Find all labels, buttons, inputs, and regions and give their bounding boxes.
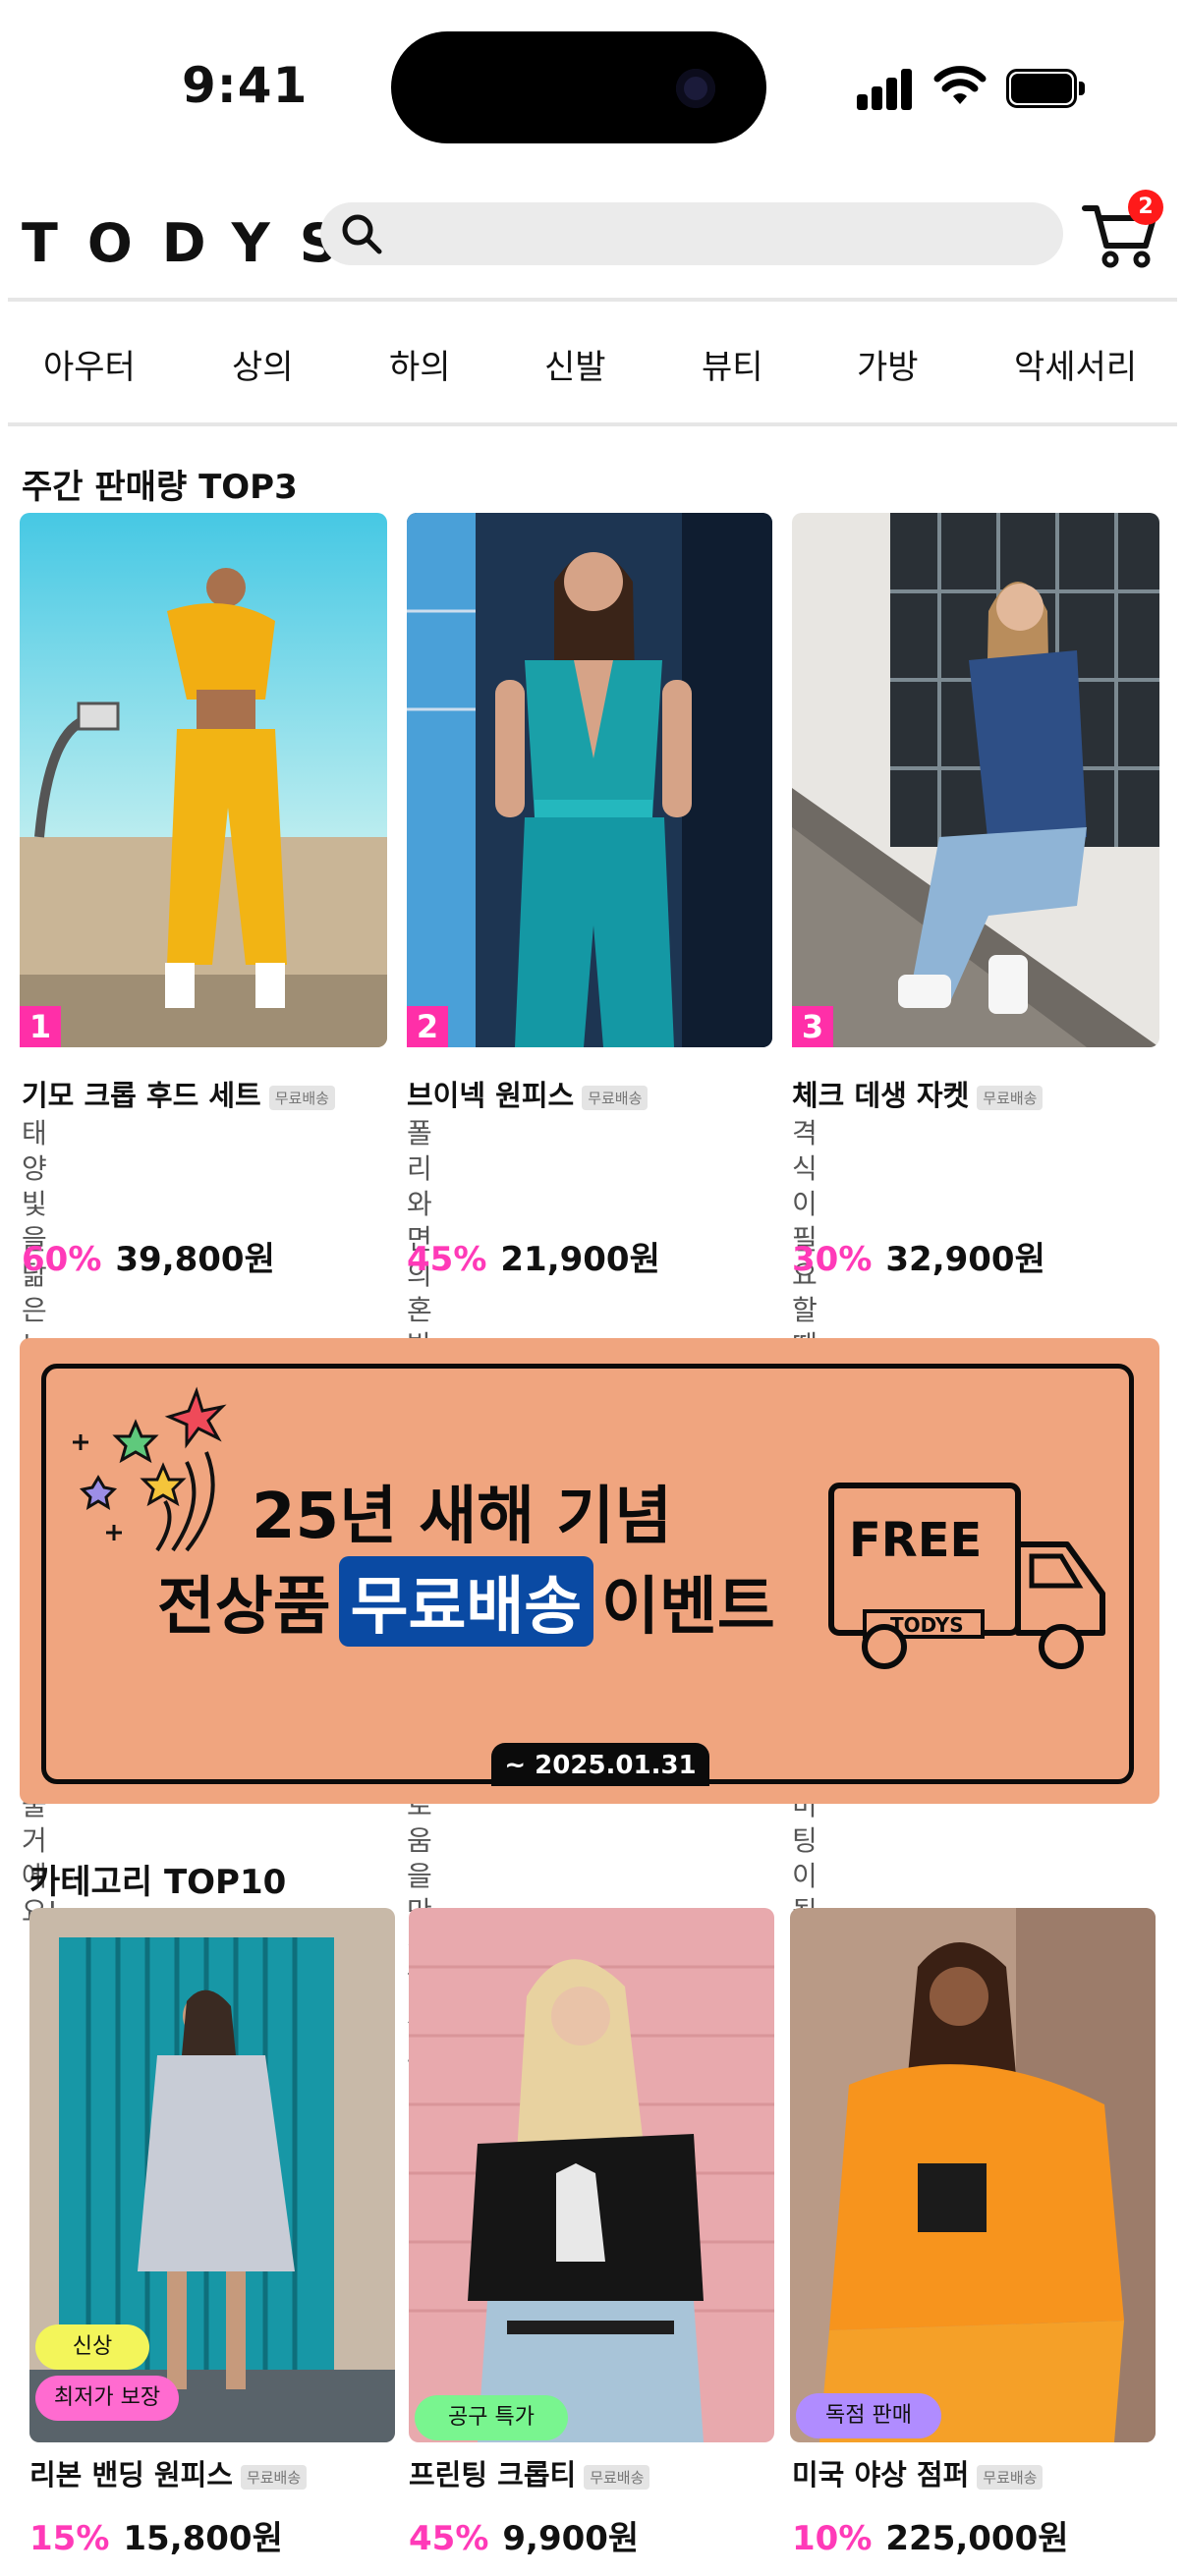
nav-item-beauty[interactable]: 뷰티 xyxy=(702,340,763,388)
category-nav: 아우터 상의 하의 신발 뷰티 가방 악세서리 xyxy=(0,303,1185,426)
product-image[interactable] xyxy=(792,513,1159,1047)
product-name: 브이넥 원피스 무료배송 xyxy=(407,1073,649,1114)
product-image[interactable] xyxy=(409,1908,774,2442)
category-top-title: 카테고리 TOP10 xyxy=(29,1863,287,1902)
price-row: 10% 225,000원 xyxy=(792,2511,1069,2559)
nav-item-accessories[interactable]: 악세서리 xyxy=(1014,340,1137,388)
nav-item-shoes[interactable]: 신발 xyxy=(544,340,606,388)
price-row: 45% 21,900원 xyxy=(407,1232,660,1280)
banner-highlight: 무료배송 xyxy=(338,1556,594,1647)
product-name: 기모 크롭 후드 세트 무료배송 xyxy=(22,1073,335,1114)
discount-rate: 10% xyxy=(792,2519,873,2558)
free-shipping-badge: 무료배송 xyxy=(582,1085,649,1110)
search-input[interactable] xyxy=(399,210,1047,257)
delivery-truck-icon: FREE TODYS xyxy=(828,1483,1105,1669)
divider xyxy=(8,422,1177,426)
divider xyxy=(8,298,1177,302)
tag-group-buy: 공구 특가 xyxy=(415,2395,568,2440)
price: 225,000원 xyxy=(885,2519,1069,2558)
price: 21,900원 xyxy=(500,1240,660,1279)
rank-badge: 2 xyxy=(407,1006,448,1047)
product-name: 미국 야상 점퍼 무료배송 xyxy=(792,2452,1044,2493)
camera-icon xyxy=(676,69,715,108)
search-icon[interactable] xyxy=(340,212,383,255)
event-date: ~ 2025.01.31 xyxy=(491,1743,709,1786)
discount-rate: 45% xyxy=(407,1240,487,1279)
price-row: 15% 15,800원 xyxy=(29,2511,283,2559)
product-image[interactable] xyxy=(20,513,387,1047)
status-bar: 9:41 xyxy=(0,0,1185,147)
truck-free-text: FREE xyxy=(849,1513,982,1568)
tag-lowest-price: 최저가 보장 xyxy=(35,2376,179,2421)
nav-item-bags[interactable]: 가방 xyxy=(857,340,919,388)
price-row: 45% 9,900원 xyxy=(409,2511,639,2559)
rank-badge: 3 xyxy=(792,1006,833,1047)
product-image[interactable] xyxy=(790,1908,1156,2442)
tag-new: 신상 xyxy=(35,2324,149,2370)
status-time: 9:41 xyxy=(182,57,309,114)
signal-icon xyxy=(857,67,914,110)
free-shipping-badge: 무료배송 xyxy=(977,2464,1044,2490)
price: 9,900원 xyxy=(502,2519,640,2558)
wifi-icon xyxy=(933,66,987,104)
discount-rate: 30% xyxy=(792,1240,873,1279)
truck-brand-text: TODYS xyxy=(890,1613,964,1637)
price: 39,800원 xyxy=(115,1240,275,1279)
battery-icon xyxy=(1006,69,1085,108)
free-shipping-badge: 무료배송 xyxy=(268,1085,335,1110)
free-shipping-badge: 무료배송 xyxy=(977,1085,1044,1110)
banner-headline: 25년 새해 기념 xyxy=(252,1481,673,1553)
product-name: 리본 밴딩 원피스 무료배송 xyxy=(29,2452,308,2493)
free-shipping-badge: 무료배송 xyxy=(584,2464,650,2490)
free-shipping-badge: 무료배송 xyxy=(240,2464,308,2490)
product-name: 프린팅 크롭티 무료배송 xyxy=(409,2452,650,2493)
event-banner[interactable]: 25년 새해 기념 전상품 무료배송 이벤트 FREE TODYS ~ 2025.0… xyxy=(20,1338,1159,1804)
rank-badge: 1 xyxy=(20,1006,61,1047)
price-row: 30% 32,900원 xyxy=(792,1232,1045,1280)
discount-rate: 15% xyxy=(29,2519,110,2558)
price: 15,800원 xyxy=(123,2519,283,2558)
price-row: 60% 39,800원 xyxy=(22,1232,275,1280)
nav-item-outer[interactable]: 아우터 xyxy=(43,340,136,388)
search-bar[interactable] xyxy=(320,202,1063,265)
app-header: TODYS xyxy=(0,187,1185,295)
discount-rate: 45% xyxy=(409,2519,489,2558)
discount-rate: 60% xyxy=(22,1240,102,1279)
product-name: 체크 데생 자켓 무료배송 xyxy=(792,1073,1044,1114)
nav-item-bottom[interactable]: 하의 xyxy=(389,340,451,388)
banner-subheadline: 전상품 무료배송 이벤트 xyxy=(157,1556,775,1647)
nav-item-top[interactable]: 상의 xyxy=(232,340,294,388)
dynamic-island xyxy=(391,31,766,143)
price: 32,900원 xyxy=(885,1240,1045,1279)
tag-exclusive: 독점 판매 xyxy=(796,2393,941,2438)
brand-logo[interactable]: TODYS xyxy=(22,212,367,274)
cart-count-badge: 2 xyxy=(1128,190,1163,225)
weekly-top-title: 주간 판매량 TOP3 xyxy=(22,468,298,507)
product-image[interactable] xyxy=(407,513,772,1047)
fireworks-icon xyxy=(73,1386,227,1552)
